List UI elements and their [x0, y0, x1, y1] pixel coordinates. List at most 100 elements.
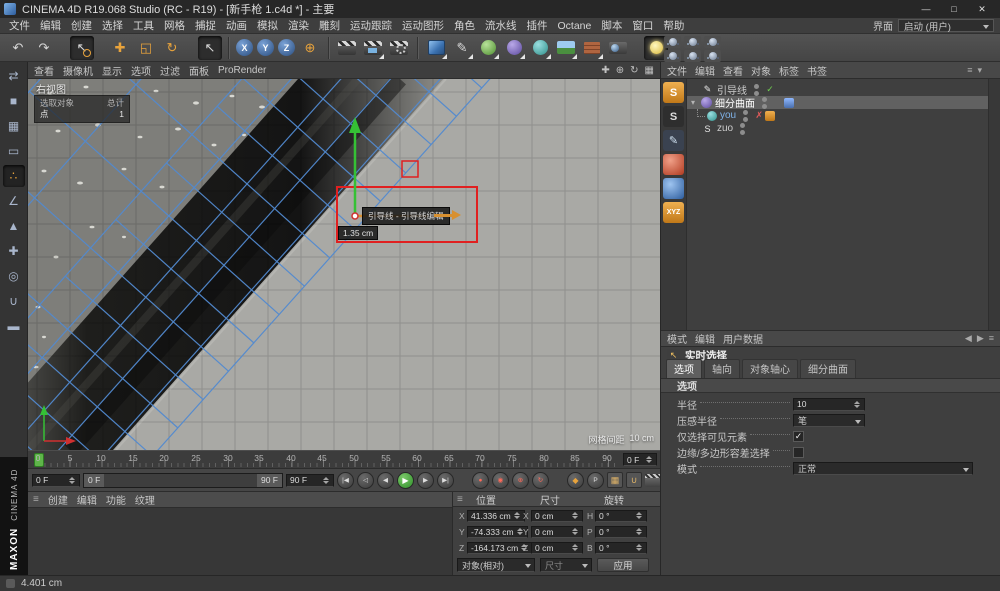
am-menu-edit[interactable]: 编辑 [695, 331, 715, 346]
spinner-icon[interactable] [322, 477, 330, 484]
om-filter-icon[interactable]: ▾ [977, 65, 982, 76]
minimize-button[interactable]: — [912, 0, 940, 18]
size-z-field[interactable]: 0 cm [531, 542, 583, 554]
toggle-view-icon[interactable]: ▦ [645, 65, 654, 76]
size-mode-dropdown[interactable]: 尺寸 [540, 558, 592, 572]
palette-spheres-icon[interactable] [684, 50, 701, 62]
viewport-menu-prorender[interactable]: ProRender [218, 65, 266, 76]
om-menu-objects[interactable]: 对象 [751, 63, 771, 78]
tolerant-selection-checkbox[interactable] [793, 447, 804, 458]
live-selection-tool-icon[interactable]: ↖ [70, 36, 94, 60]
enable-axis-icon[interactable]: ✚ [3, 240, 25, 262]
history-forward-icon[interactable]: ▶ [977, 333, 984, 344]
menu-create[interactable]: 创建 [66, 18, 97, 33]
current-frame-field[interactable]: 0 F [32, 474, 80, 487]
object-row-you[interactable]: you ✗ [687, 109, 988, 122]
record-position-toggle[interactable]: ⊕ [512, 472, 529, 489]
render-settings-icon[interactable] [387, 36, 411, 60]
am-menu-mode[interactable]: 模式 [667, 331, 687, 346]
goto-end-button[interactable]: ▶| [437, 472, 454, 489]
axes-xyz-icon[interactable]: XYZ [663, 202, 684, 223]
enable-snap-icon[interactable]: ∪ [3, 290, 25, 312]
menu-character[interactable]: 角色 [449, 18, 480, 33]
redo-icon[interactable]: ↷ [32, 36, 56, 60]
menu-motion-tracker[interactable]: 运动跟踪 [345, 18, 397, 33]
palette-spheres-icon[interactable] [684, 36, 701, 48]
timeline-ruler[interactable]: 0 5 10 15 20 25 30 35 40 45 50 55 60 65 … [28, 450, 660, 469]
close-button[interactable]: ✕ [968, 0, 996, 18]
object-tag-icon[interactable] [784, 98, 794, 108]
rotate-tool-icon[interactable]: ↻ [160, 36, 184, 60]
viewport-solo-icon[interactable]: ◎ [3, 265, 25, 287]
enable-state-icon[interactable]: ✓ [764, 84, 776, 95]
record-keyframe-button[interactable]: ● [472, 472, 489, 489]
panel-menu-icon[interactable]: ≡ [457, 494, 467, 505]
goto-start-button[interactable]: |◀ [337, 472, 354, 489]
move-tool-icon[interactable]: ✚ [108, 36, 132, 60]
palette-spheres-icon[interactable] [664, 50, 681, 62]
mode-dropdown[interactable]: 正常 [793, 462, 973, 475]
scale-tool-icon[interactable]: ◱ [134, 36, 158, 60]
points-mode-icon[interactable]: ∴ [3, 165, 25, 187]
menu-sculpt[interactable]: 雕刻 [314, 18, 345, 33]
parameter-mode-button[interactable]: P [587, 472, 604, 489]
object-row-subdivision[interactable]: ▾ 细分曲面 [687, 96, 988, 109]
spinner-icon[interactable] [635, 544, 643, 551]
object-row-zuo[interactable]: S zuo [687, 122, 988, 135]
position-y-field[interactable]: -74.333 cm [467, 526, 528, 538]
lock-z-axis-icon[interactable]: Z [278, 39, 295, 56]
pressure-radius-dropdown[interactable]: 笔 [793, 414, 865, 427]
expand-arrow-icon[interactable]: ▾ [691, 98, 701, 107]
om-menu-bookmarks[interactable]: 书签 [807, 63, 827, 78]
visibility-dots[interactable] [762, 97, 767, 109]
range-end-grip[interactable]: 90 F [257, 474, 282, 487]
render-view-icon[interactable] [335, 36, 359, 60]
material-menu-function[interactable]: 功能 [106, 492, 126, 507]
menu-edit[interactable]: 编辑 [35, 18, 66, 33]
model-mode-icon[interactable]: ■ [3, 90, 25, 112]
spinner-icon[interactable] [635, 512, 643, 519]
menu-window[interactable]: 窗口 [627, 18, 658, 33]
blue-sphere-icon[interactable] [663, 178, 684, 199]
lock-y-axis-icon[interactable]: Y [257, 39, 274, 56]
apply-button[interactable]: 应用 [597, 558, 649, 572]
enable-state-icon[interactable]: ✗ [753, 110, 765, 121]
maximize-button[interactable]: □ [940, 0, 968, 18]
menu-snap[interactable]: 捕捉 [190, 18, 221, 33]
material-menu-create[interactable]: 创建 [48, 492, 68, 507]
sweep-s-icon[interactable]: S [663, 106, 684, 127]
red-sphere-icon[interactable] [663, 154, 684, 175]
menu-pipeline[interactable]: 流水线 [480, 18, 522, 33]
spinner-icon[interactable] [635, 528, 643, 535]
material-menu-edit[interactable]: 编辑 [77, 492, 97, 507]
grid-snap-icon[interactable]: ▦ [607, 472, 623, 488]
om-menu-view[interactable]: 查看 [723, 63, 743, 78]
undo-icon[interactable]: ↶ [6, 36, 30, 60]
layout-dropdown[interactable]: 启动 (用户) [898, 19, 994, 32]
palette-spheres-icon[interactable] [664, 36, 681, 48]
menu-octane[interactable]: Octane [553, 20, 597, 32]
texture-mode-icon[interactable]: ▦ [3, 115, 25, 137]
viewport-menu-panel[interactable]: 面板 [189, 63, 209, 78]
visibility-dots[interactable] [743, 110, 748, 122]
x-axis-arrow-icon[interactable] [434, 214, 452, 217]
viewport-menu-cameras[interactable]: 摄像机 [63, 63, 93, 78]
make-editable-icon[interactable]: ⇄ [3, 65, 25, 87]
rotation-b-field[interactable]: 0 ° [595, 542, 647, 554]
floor-object-icon[interactable] [554, 36, 578, 60]
deformer-icon[interactable] [502, 36, 526, 60]
menu-plugins[interactable]: 插件 [522, 18, 553, 33]
size-y-field[interactable]: 0 cm [531, 526, 583, 538]
rotation-p-field[interactable]: 0 ° [595, 526, 647, 538]
pen-icon[interactable]: ✎ [663, 130, 684, 151]
next-frame-button[interactable]: ▶ [417, 472, 434, 489]
menu-script[interactable]: 脚本 [596, 18, 627, 33]
polygons-mode-icon[interactable]: ▲ [3, 215, 25, 237]
om-options-icon[interactable]: ≡ [967, 65, 972, 76]
history-back-icon[interactable]: ◀ [965, 333, 972, 344]
palette-spheres-icon[interactable] [704, 50, 721, 62]
rotation-h-field[interactable]: 0 ° [595, 510, 647, 522]
edges-mode-icon[interactable]: ∠ [3, 190, 25, 212]
coordinate-system-icon[interactable]: ⊕ [298, 36, 322, 60]
radius-field[interactable]: 10 [793, 398, 865, 411]
